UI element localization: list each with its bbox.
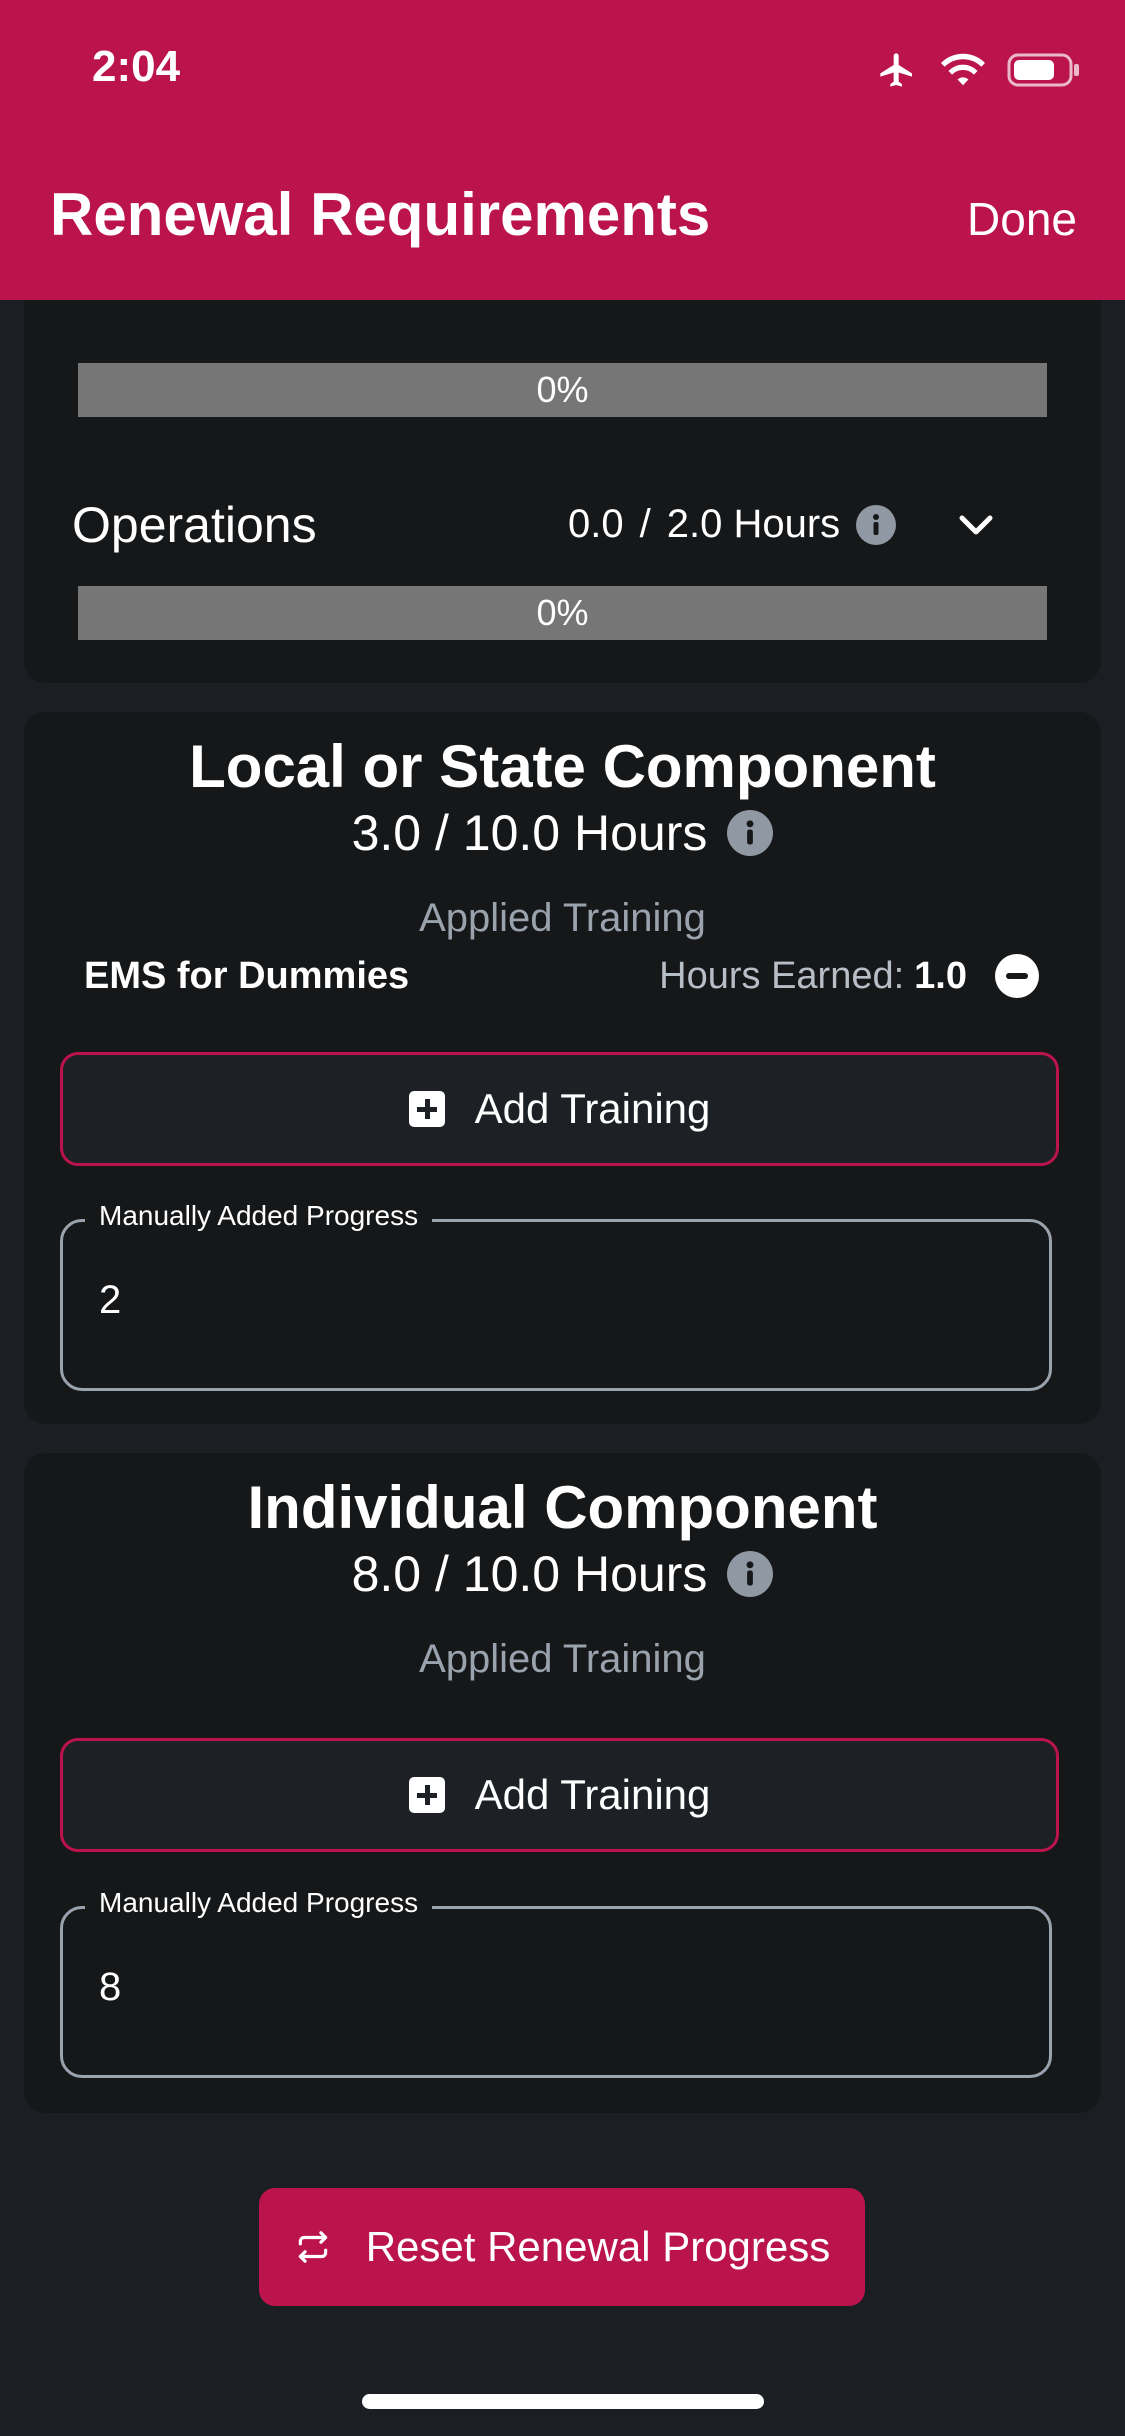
local-state-card: Local or State Component 3.0 / 10.0 Hour… — [24, 712, 1101, 1424]
local-state-title: Local or State Component — [189, 733, 936, 800]
summary-progress-bar: 0% — [78, 363, 1047, 417]
manual-progress-field[interactable]: Manually Added Progress 8 — [60, 1887, 1052, 2078]
reset-renewal-progress-button[interactable]: Reset Renewal Progress — [259, 2188, 865, 2306]
operations-title: Operations — [72, 497, 317, 553]
applied-training-label: Applied Training — [419, 896, 706, 940]
operations-progress-label: 0% — [536, 592, 589, 633]
training-hours-label: Hours Earned: — [659, 954, 905, 997]
repeat-icon — [298, 2231, 327, 2263]
app-header: 2:04 Renewal Requirements Done — [0, 0, 1125, 300]
manual-progress-label: Manually Added Progress — [85, 1200, 433, 1232]
manual-progress-label: Manually Added Progress — [85, 1887, 433, 1919]
individual-hours-value: 8.0 / 10.0 Hours — [351, 1546, 708, 1602]
individual-hours: 8.0 / 10.0 Hours — [24, 1545, 1101, 1603]
minus-circle-icon[interactable] — [995, 954, 1039, 998]
summary-progress-label: 0% — [536, 369, 589, 410]
status-icons — [875, 50, 1081, 90]
wifi-icon — [941, 53, 985, 86]
add-training-button[interactable]: Add Training — [60, 1052, 1059, 1166]
local-state-hours: 3.0 / 10.0 Hours — [24, 804, 1101, 862]
add-training-button[interactable]: Add Training — [60, 1738, 1059, 1852]
home-indicator[interactable] — [362, 2394, 764, 2409]
training-hours-value: 1.0 — [914, 954, 967, 997]
training-hours: Hours Earned: 1.0 — [659, 955, 967, 998]
manual-progress-field[interactable]: Manually Added Progress 2 — [60, 1200, 1052, 1391]
battery-icon — [1007, 53, 1079, 87]
operations-progress-bar: 0% — [78, 586, 1047, 640]
individual-title: Individual Component — [247, 1474, 878, 1541]
status-time: 2:04 — [92, 42, 181, 91]
plus-box-icon — [408, 1777, 445, 1813]
info-icon[interactable] — [727, 1551, 774, 1597]
page-title: Renewal Requirements — [50, 181, 711, 248]
operations-hours: 0.0 / 2.0 Hours — [568, 502, 1000, 547]
chevron-down-icon[interactable] — [952, 505, 1000, 545]
plus-box-icon — [408, 1091, 445, 1127]
operations-earned: 0.0 — [568, 502, 624, 546]
local-state-hours-value: 3.0 / 10.0 Hours — [351, 805, 708, 861]
training-row: EMS for Dummies Hours Earned: 1.0 — [84, 948, 1039, 1004]
manual-progress-value: 2 — [99, 1278, 122, 1322]
manual-progress-value: 8 — [99, 1965, 122, 2009]
done-button[interactable]: Done — [967, 192, 1077, 246]
training-name: EMS for Dummies — [84, 954, 410, 997]
info-icon[interactable] — [727, 810, 774, 856]
airplane-icon — [880, 53, 912, 87]
add-training-label: Add Training — [474, 1771, 711, 1818]
reset-label: Reset Renewal Progress — [365, 2223, 831, 2270]
add-training-label: Add Training — [474, 1085, 711, 1132]
operations-required: 2.0 Hours — [666, 502, 841, 546]
individual-card: Individual Component 8.0 / 10.0 Hours Ap… — [24, 1453, 1101, 2113]
applied-training-label: Applied Training — [419, 1637, 706, 1681]
info-icon[interactable] — [856, 504, 897, 545]
operations-separator: / — [639, 502, 651, 546]
